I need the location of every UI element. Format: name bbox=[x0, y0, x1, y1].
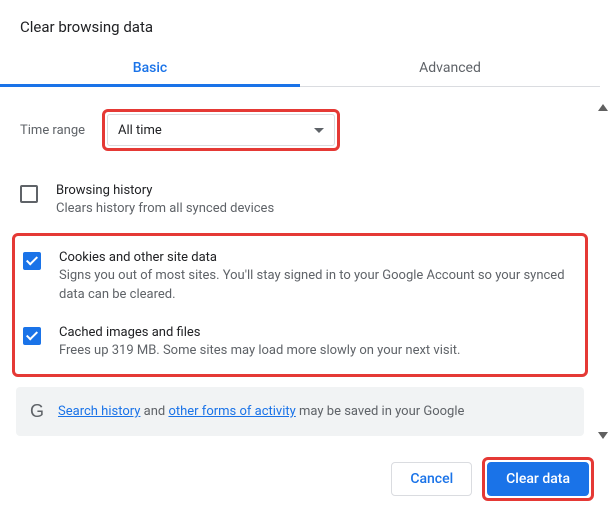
item-cache: Cached images and files Frees up 319 MB.… bbox=[19, 319, 581, 367]
checkbox-browsing-history[interactable] bbox=[20, 185, 38, 203]
highlighted-items: Cookies and other site data Signs you ou… bbox=[12, 233, 588, 378]
tab-advanced-label: Advanced bbox=[419, 60, 481, 76]
dialog-title: Clear browsing data bbox=[0, 0, 600, 44]
clear-browsing-data-dialog: Clear browsing data Basic Advanced Time … bbox=[0, 0, 600, 436]
chevron-down-icon bbox=[314, 128, 324, 133]
item-title: Browsing history bbox=[56, 183, 274, 198]
scroll-up-icon[interactable] bbox=[598, 104, 608, 111]
time-range-select[interactable]: All time bbox=[107, 114, 335, 146]
clear-data-label: Clear data bbox=[506, 471, 570, 487]
google-logo-icon: G bbox=[30, 401, 44, 422]
scroll-down-icon[interactable] bbox=[598, 432, 608, 439]
time-range-highlight: All time bbox=[102, 109, 340, 151]
link-other-activity[interactable]: other forms of activity bbox=[168, 404, 295, 419]
clear-data-highlight: Clear data bbox=[482, 457, 594, 501]
item-text: Browsing history Clears history from all… bbox=[56, 183, 274, 219]
tab-basic-label: Basic bbox=[133, 60, 167, 76]
item-title: Cookies and other site data bbox=[59, 250, 577, 265]
item-title: Cached images and files bbox=[59, 325, 460, 340]
checkbox-cookies[interactable] bbox=[23, 252, 41, 270]
item-text: Cookies and other site data Signs you ou… bbox=[59, 250, 577, 305]
dialog-buttons: Cancel Clear data bbox=[391, 457, 594, 501]
tab-basic[interactable]: Basic bbox=[0, 48, 300, 86]
info-suffix: may be saved in your Google bbox=[296, 404, 465, 419]
time-range-row: Time range All time bbox=[16, 109, 584, 151]
item-desc: Frees up 319 MB. Some sites may load mor… bbox=[59, 342, 460, 361]
tab-bar: Basic Advanced bbox=[0, 48, 600, 87]
cancel-label: Cancel bbox=[410, 471, 453, 487]
tab-advanced[interactable]: Advanced bbox=[300, 48, 600, 86]
item-browsing-history: Browsing history Clears history from all… bbox=[16, 177, 584, 225]
clear-data-button[interactable]: Clear data bbox=[487, 462, 589, 496]
dialog-content: Time range All time Browsing history Cle… bbox=[0, 109, 600, 436]
info-mid: and bbox=[140, 404, 168, 419]
time-range-label: Time range bbox=[16, 123, 102, 138]
google-info-box: G Search history and other forms of acti… bbox=[16, 387, 584, 436]
item-text: Cached images and files Frees up 319 MB.… bbox=[59, 325, 460, 361]
link-search-history[interactable]: Search history bbox=[58, 404, 140, 419]
item-cookies: Cookies and other site data Signs you ou… bbox=[19, 244, 581, 311]
item-desc: Signs you out of most sites. You'll stay… bbox=[59, 267, 577, 305]
time-range-value: All time bbox=[118, 123, 162, 138]
cancel-button[interactable]: Cancel bbox=[391, 462, 472, 496]
checkbox-cache[interactable] bbox=[23, 327, 41, 345]
item-desc: Clears history from all synced devices bbox=[56, 200, 274, 219]
info-text: Search history and other forms of activi… bbox=[58, 404, 464, 419]
